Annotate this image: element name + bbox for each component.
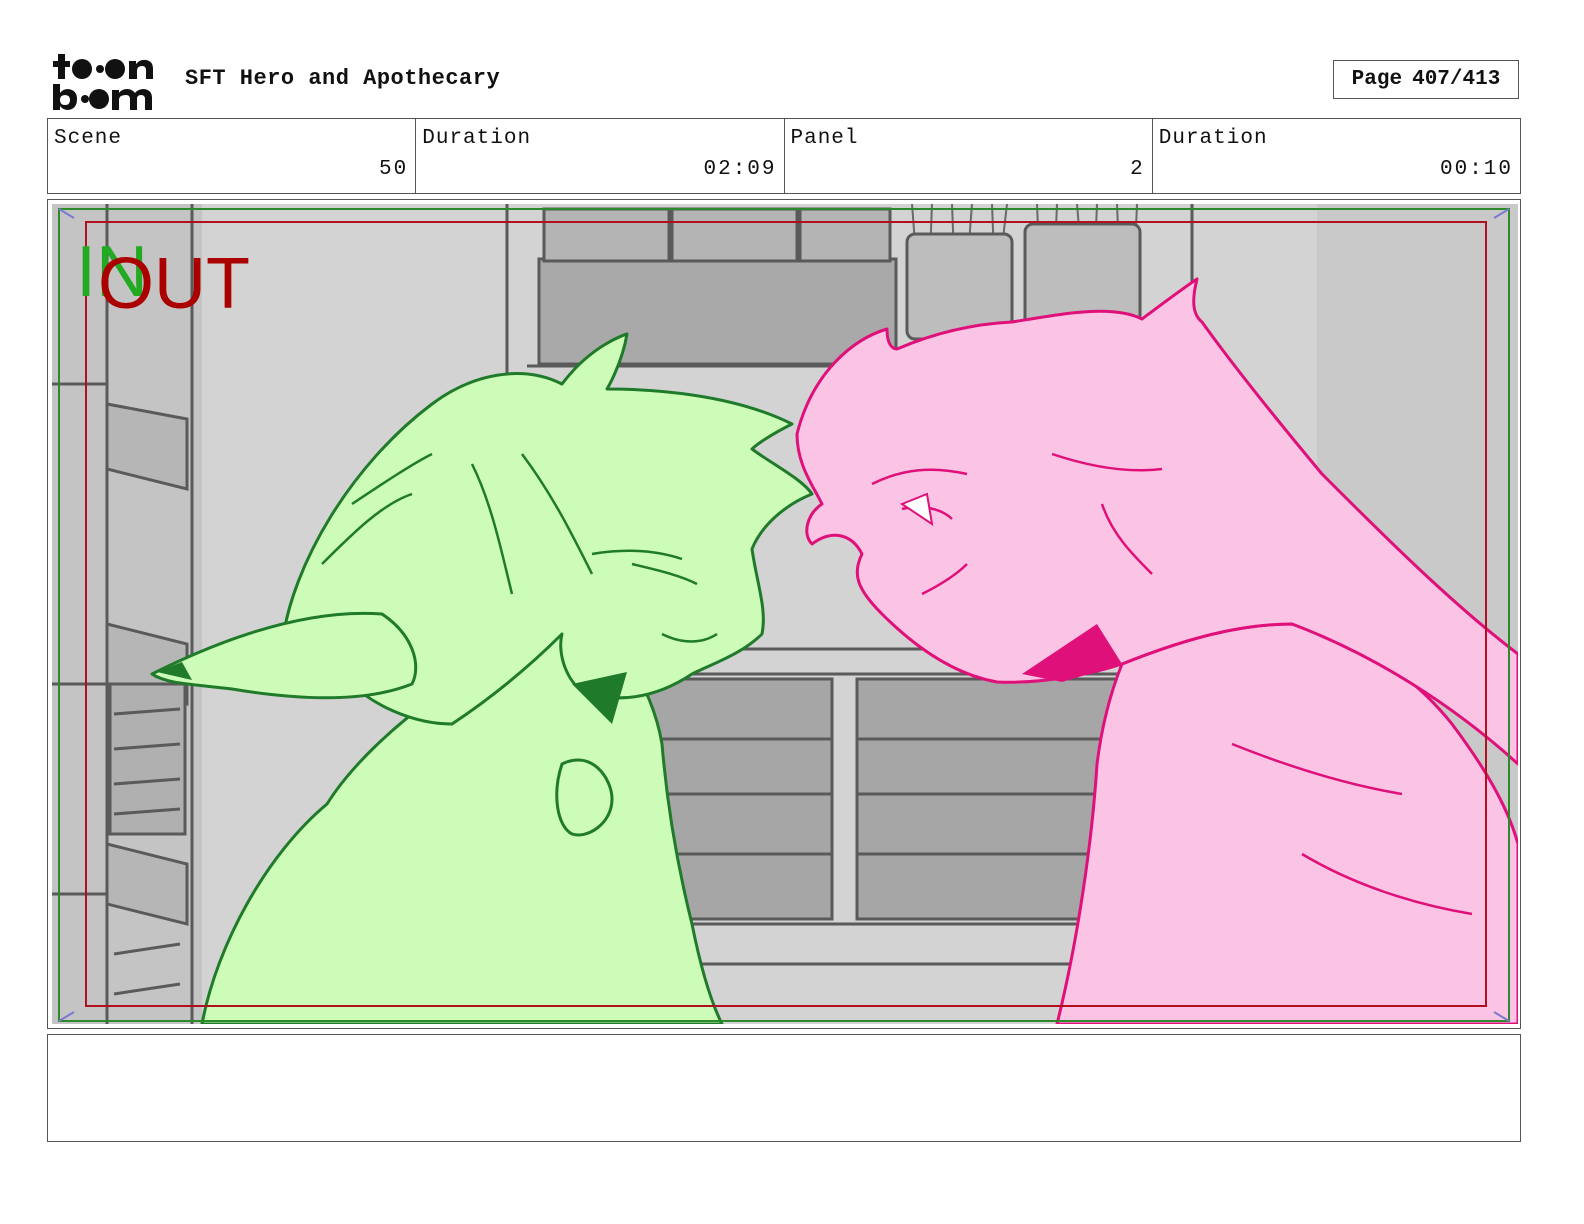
scene-duration-label: Duration: [422, 127, 532, 150]
panel-duration-label: Duration: [1158, 127, 1268, 150]
storyboard-panel-drawing: IN OUT: [52, 204, 1518, 1024]
page-label: Page: [1351, 68, 1403, 91]
toon-boom-logo-icon: [52, 52, 164, 112]
scene-duration-cell: Duration 02:09: [416, 119, 785, 193]
out-marker: OUT: [98, 244, 250, 324]
scene-value: 50: [379, 158, 409, 181]
panel-notes-box: [47, 1034, 1521, 1142]
scene-cell: Scene 50: [48, 119, 417, 193]
panel-label: Panel: [790, 127, 859, 150]
panel-value: 2: [1130, 158, 1145, 181]
panel-cell: Panel 2: [785, 119, 1153, 193]
page-number: 407/413: [1412, 68, 1501, 91]
scene-duration-value: 02:09: [703, 158, 777, 181]
page-indicator: Page 407/413: [1333, 60, 1519, 99]
panel-duration-value: 00:10: [1439, 158, 1513, 181]
panel-duration-cell: Duration 00:10: [1153, 119, 1520, 193]
scene-label: Scene: [54, 127, 123, 150]
scene-info-table: Scene 50 Duration 02:09 Panel 2 Duration…: [47, 118, 1521, 194]
project-title: SFT Hero and Apothecary: [185, 66, 501, 91]
